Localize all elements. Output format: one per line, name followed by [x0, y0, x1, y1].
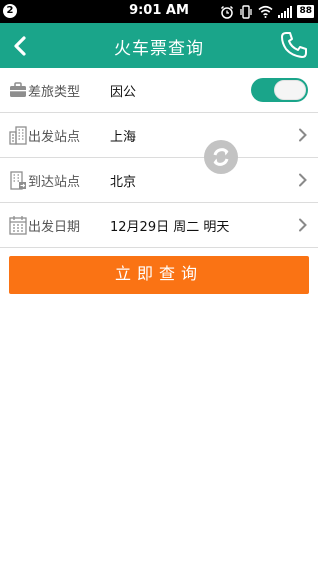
building-arrival-icon [10, 171, 26, 190]
swap-stations-button[interactable] [204, 140, 238, 174]
arrival-station-row[interactable]: 到达站点 北京 [0, 158, 318, 203]
departure-station-row[interactable]: 出发站点 上海 [0, 113, 318, 158]
arrival-station-value: 北京 [110, 175, 137, 190]
page-title: 火车票查询 [114, 39, 204, 59]
alarm-icon [221, 5, 234, 19]
calendar-icon [9, 216, 27, 235]
chevron-right-icon [299, 128, 307, 142]
building-icon [9, 126, 27, 145]
departure-station-label: 出发站点 [28, 130, 81, 145]
signal-icon [278, 5, 293, 18]
phone-icon[interactable] [278, 29, 310, 61]
status-icons: 88 [220, 3, 314, 20]
travel-type-toggle[interactable] [251, 78, 308, 102]
departure-date-row[interactable]: 出发日期 12月29日 周二 明天 [0, 203, 318, 248]
departure-date-value: 12月29日 周二 明天 [110, 220, 230, 235]
departure-date-label: 出发日期 [28, 220, 81, 235]
battery-icon: 88 [297, 5, 314, 18]
chevron-right-icon [299, 218, 307, 232]
query-button[interactable]: 立即查询 [9, 256, 309, 294]
departure-station-value: 上海 [110, 130, 137, 145]
wifi-icon [258, 5, 273, 18]
arrival-station-label: 到达站点 [28, 175, 81, 190]
chevron-right-icon [299, 173, 307, 187]
toggle-knob [274, 80, 306, 100]
briefcase-icon [10, 82, 26, 97]
vibrate-icon [240, 4, 253, 19]
app-header: 火车票查询 [0, 23, 318, 68]
swap-stations-icon [213, 148, 229, 166]
travel-type-value: 因公 [110, 85, 137, 100]
travel-type-row: 差旅类型 因公 [0, 68, 318, 113]
status-bar: 2 9:01 AM 88 [0, 0, 318, 23]
travel-type-label: 差旅类型 [28, 85, 81, 100]
